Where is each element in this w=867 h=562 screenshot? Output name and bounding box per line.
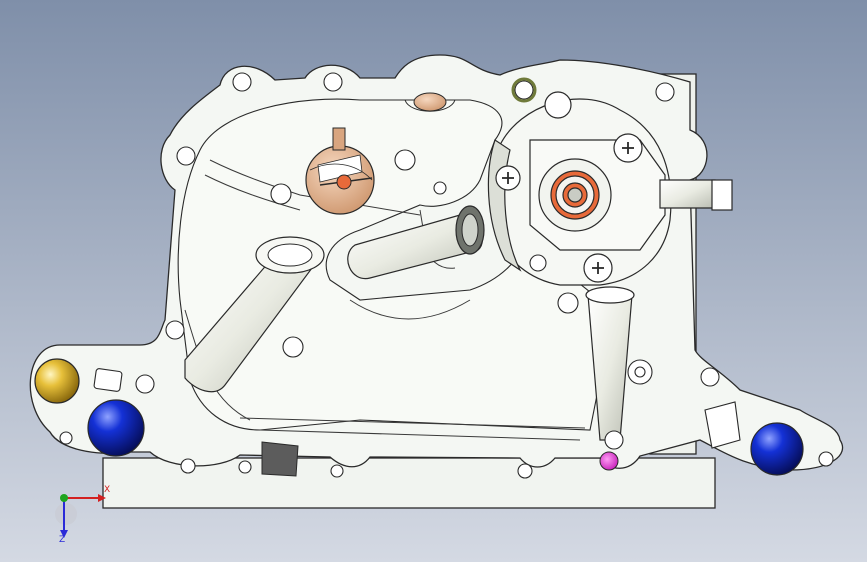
graphics-area[interactable]: X Z: [0, 0, 867, 562]
triad-z-label: Z: [59, 535, 65, 545]
magenta-fitting[interactable]: [599, 451, 619, 471]
blue-sphere-left[interactable]: [87, 399, 145, 457]
gold-sphere[interactable]: [34, 358, 80, 404]
blue-sphere-right[interactable]: [750, 422, 804, 476]
cad-viewport[interactable]: X Z: [0, 0, 867, 562]
triad-y-axis: [60, 494, 68, 502]
gasket-tab: [261, 441, 299, 477]
triad-origin: [55, 503, 77, 525]
triad-x-label: X: [104, 485, 110, 495]
